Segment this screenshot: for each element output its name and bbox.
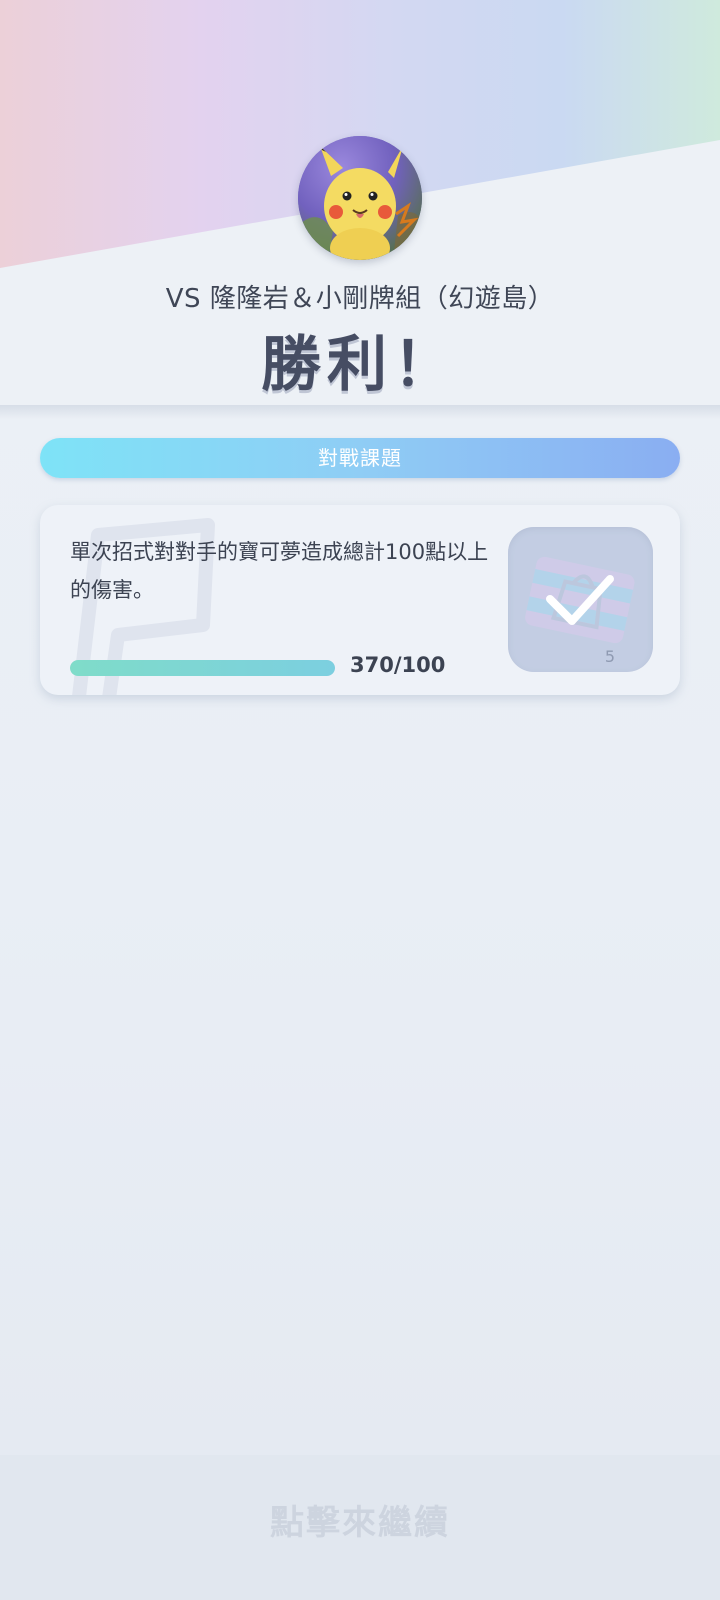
header-divider <box>0 405 720 419</box>
mission-progress-text: 370/100 <box>350 653 446 677</box>
mission-description: 單次招式對對手的寶可夢造成總計100點以上的傷害。 <box>70 540 489 602</box>
mission-progress-bar <box>70 660 335 676</box>
missions-section-label: 對戰課題 <box>318 446 402 470</box>
mission-card: 單次招式對對手的寶可夢造成總計100點以上的傷害。 370/100 5 <box>40 505 680 695</box>
missions-section-bar: 對戰課題 <box>40 438 680 478</box>
pikachu-avatar-icon <box>298 136 422 260</box>
checkmark-icon <box>546 575 614 625</box>
mission-reward-box: 5 <box>508 527 653 672</box>
continue-footer[interactable]: 點擊來繼續 <box>0 1455 720 1600</box>
mission-reward-count: 5 <box>604 647 615 666</box>
mission-progress-fill <box>70 660 335 676</box>
tap-to-continue-label[interactable]: 點擊來繼續 <box>0 1495 720 1544</box>
opponent-title: VS 隆隆岩＆小剛牌組（幻遊島） <box>165 284 555 314</box>
battle-result-title: 勝利！ <box>261 330 459 400</box>
opponent-avatar <box>298 136 422 260</box>
